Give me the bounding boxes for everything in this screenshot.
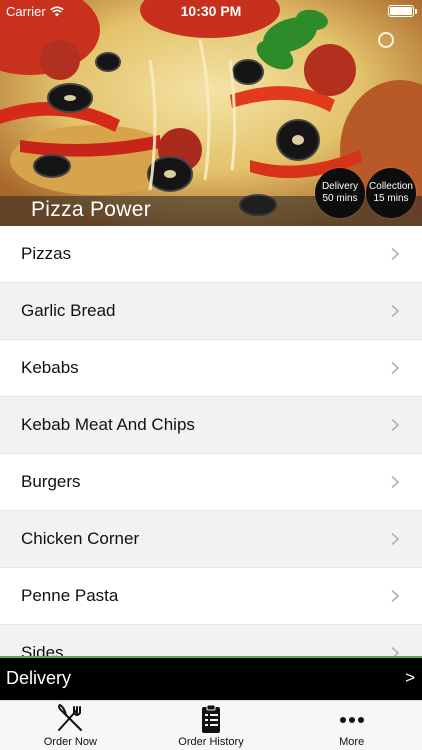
menu-item-label: Pizzas	[21, 244, 72, 263]
header-banner: Carrier 10:30 PM Pizza Power Delivery 50…	[0, 0, 422, 226]
menu-item-label: Penne Pasta	[21, 586, 119, 605]
menu-item-pizzas[interactable]: Pizzas	[0, 226, 422, 283]
menu-item-kebabs[interactable]: Kebabs	[0, 340, 422, 397]
collection-time-badge: Collection 15 mins	[366, 168, 416, 218]
menu-item-penne-pasta[interactable]: Penne Pasta	[0, 568, 422, 625]
chevron-right-icon	[391, 247, 400, 261]
status-bar: Carrier 10:30 PM	[0, 0, 422, 22]
delivery-arrow-icon: >	[405, 668, 415, 687]
tab-bar: Order Now Order History More	[0, 700, 422, 750]
chevron-right-icon	[391, 646, 400, 656]
tab-label: More	[339, 736, 365, 748]
menu-item-sides[interactable]: Sides	[0, 625, 422, 656]
chevron-right-icon	[391, 589, 400, 603]
menu-item-burgers[interactable]: Burgers	[0, 454, 422, 511]
battery-icon	[388, 5, 417, 17]
badge-subtitle: 15 mins	[373, 193, 409, 204]
status-time: 10:30 PM	[180, 3, 242, 19]
delivery-time-badge: Delivery 50 mins	[315, 168, 365, 218]
tab-order-now[interactable]: Order Now	[0, 701, 141, 750]
badge-title: Delivery	[321, 181, 359, 192]
chevron-right-icon	[391, 475, 400, 489]
more-dots-icon	[339, 717, 364, 723]
tab-order-history[interactable]: Order History	[141, 701, 282, 750]
menu-item-label: Burgers	[21, 472, 81, 491]
badge-subtitle: 50 mins	[322, 193, 358, 204]
search-icon[interactable]	[378, 32, 394, 48]
chevron-right-icon	[391, 361, 400, 375]
chevron-right-icon	[391, 532, 400, 546]
delivery-mode-bar[interactable]: Delivery >	[0, 656, 422, 700]
menu-item-label: Garlic Bread	[21, 301, 116, 320]
menu-item-label: Kebabs	[21, 358, 79, 377]
menu-item-kebab-meat-and-chips[interactable]: Kebab Meat And Chips	[0, 397, 422, 454]
clipboard-icon	[202, 704, 220, 733]
chevron-right-icon	[391, 418, 400, 432]
menu-item-chicken-corner[interactable]: Chicken Corner	[0, 511, 422, 568]
menu-category-list[interactable]: Pizzas Garlic Bread Kebabs Kebab Meat An…	[0, 226, 422, 656]
menu-item-label: Chicken Corner	[21, 529, 140, 548]
menu-item-label: Kebab Meat And Chips	[21, 415, 195, 434]
menu-item-label: Sides	[21, 643, 64, 656]
restaurant-name: Pizza Power	[31, 198, 152, 221]
badge-title: Collection	[369, 181, 413, 192]
menu-item-garlic-bread[interactable]: Garlic Bread	[0, 283, 422, 340]
tab-label: Order Now	[43, 736, 97, 748]
tab-label: Order History	[178, 736, 244, 748]
delivery-mode-label: Delivery	[6, 668, 72, 688]
fork-knife-icon	[58, 703, 83, 731]
chevron-right-icon	[391, 304, 400, 318]
tab-more[interactable]: More	[281, 701, 422, 750]
